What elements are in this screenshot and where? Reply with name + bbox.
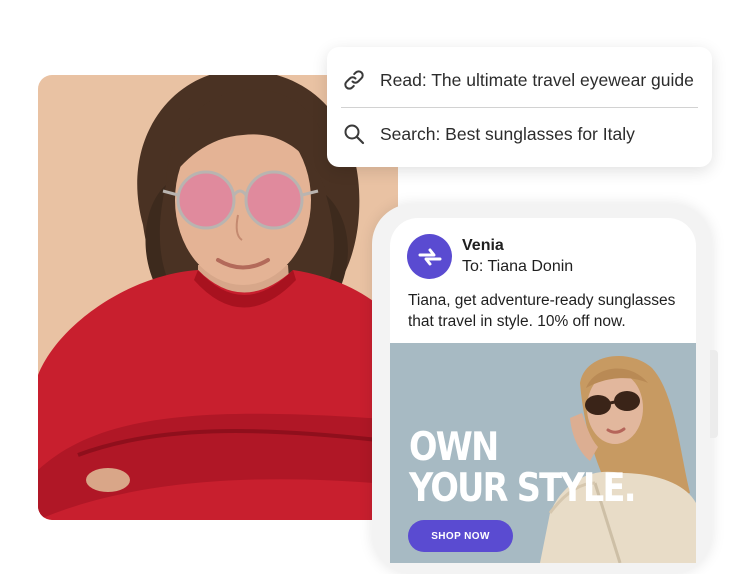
email-header: Venia To: Tiana Donin (407, 234, 573, 279)
sender-name: Venia (462, 236, 504, 254)
recipient-line: To: Tiana Donin (462, 257, 574, 275)
promo-headline-line2: YOUR STYLE. (409, 466, 636, 511)
activity-read-text: Read: The ultimate travel eyewear guide (380, 69, 694, 90)
sender-meta: Venia To: Tiana Donin (462, 236, 573, 278)
phone-side-button (710, 350, 718, 438)
activity-search-text: Search: Best sunglasses for Italy (380, 123, 635, 144)
email-screen: Venia To: Tiana Donin Tiana, get adventu… (390, 218, 696, 563)
promo-banner[interactable]: OWN YOUR STYLE. SHOP NOW (390, 343, 696, 563)
venia-logo-icon (407, 234, 452, 279)
link-icon (341, 67, 367, 93)
search-icon (341, 121, 367, 147)
activity-item-read[interactable]: Read: The ultimate travel eyewear guide (341, 53, 698, 108)
email-body-text: Tiana, get adventure-ready sunglasses th… (408, 292, 676, 330)
shop-now-button[interactable]: SHOP NOW (408, 520, 513, 552)
browsing-activity-card: Read: The ultimate travel eyewear guide … (327, 47, 712, 167)
activity-item-search[interactable]: Search: Best sunglasses for Italy (341, 107, 698, 161)
promo-headline-line1: OWN (409, 425, 499, 470)
promo-headline: OWN YOUR STYLE. (409, 425, 636, 511)
